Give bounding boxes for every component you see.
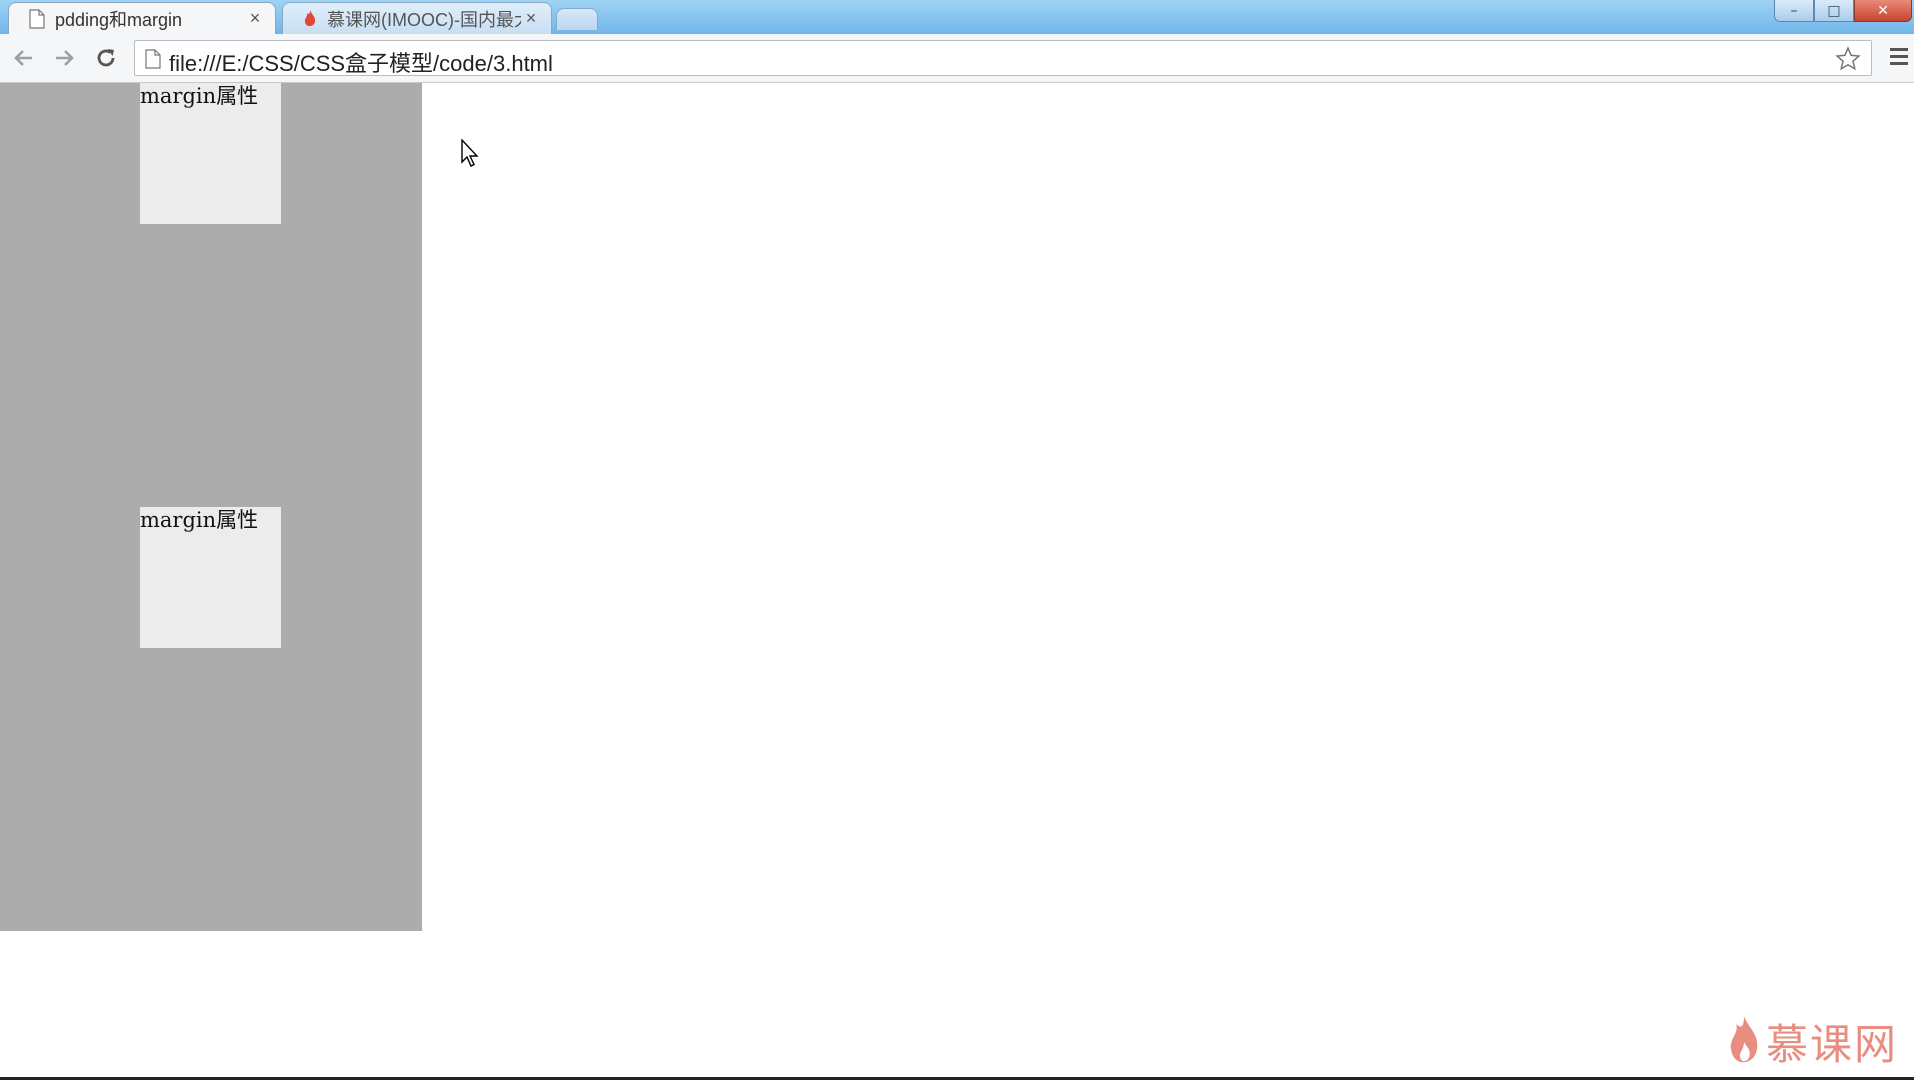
- page-viewport: margin属性 margin属性 慕课网: [0, 83, 1914, 1080]
- reload-icon: [97, 49, 115, 67]
- imooc-watermark: 慕课网: [1726, 1011, 1898, 1072]
- forward-button[interactable]: [50, 44, 78, 72]
- margin-box: margin属性: [140, 83, 281, 224]
- tab-title: pdding和margin: [55, 9, 183, 30]
- page-icon: [29, 8, 45, 29]
- browser-toolbar: file:///E:/CSS/CSS盒子模型/code/3.html: [0, 34, 1914, 83]
- flame-icon: [304, 9, 316, 26]
- margin-box: margin属性: [140, 507, 281, 648]
- menu-icon[interactable]: [1890, 48, 1908, 69]
- new-tab-button[interactable]: [556, 8, 598, 30]
- title-bar: pdding和margin × 慕课网(IMOOC)-国内最大 × – □ ✕: [0, 0, 1914, 34]
- mouse-cursor-icon: [461, 139, 479, 167]
- close-window-button[interactable]: ✕: [1854, 0, 1912, 22]
- back-button[interactable]: [10, 44, 38, 72]
- back-arrow-icon: [14, 50, 32, 66]
- reload-button[interactable]: [92, 44, 120, 72]
- tab-active[interactable]: pdding和margin ×: [8, 2, 276, 34]
- tab-close-icon[interactable]: ×: [245, 8, 265, 29]
- page-icon: [145, 49, 161, 69]
- gray-container: margin属性 margin属性: [0, 83, 422, 931]
- tab-title: 慕课网(IMOOC)-国内最大: [327, 9, 521, 30]
- watermark-text: 慕课网: [1765, 1020, 1898, 1069]
- flame-icon: [1730, 1015, 1758, 1062]
- tab-imooc[interactable]: 慕课网(IMOOC)-国内最大 ×: [282, 2, 552, 34]
- address-url: file:///E:/CSS/CSS盒子模型/code/3.html: [169, 51, 553, 76]
- forward-arrow-icon: [56, 50, 74, 66]
- maximize-button[interactable]: □: [1814, 0, 1854, 22]
- tab-close-icon[interactable]: ×: [521, 8, 541, 29]
- window-controls: – □ ✕: [1774, 0, 1912, 24]
- address-bar[interactable]: file:///E:/CSS/CSS盒子模型/code/3.html: [134, 40, 1872, 76]
- minimize-button[interactable]: –: [1774, 0, 1814, 22]
- bookmark-star-icon[interactable]: [1835, 46, 1861, 72]
